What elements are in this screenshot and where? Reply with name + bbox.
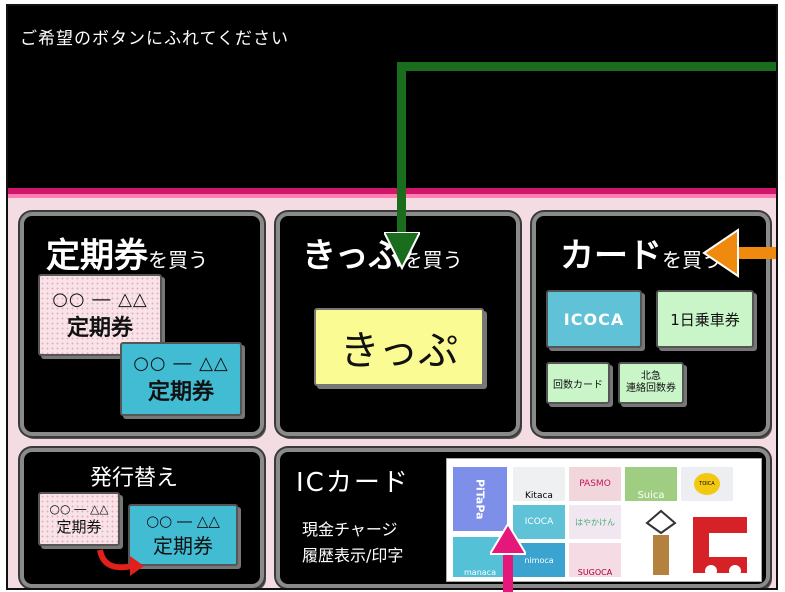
suica-logo: Suica [625,467,677,501]
button-suffix: を買う [148,248,208,272]
icoca-card-icon: ICOCA [546,290,642,348]
button-title: 発行替え [90,466,179,491]
charge-label: 現金チャージ [302,520,398,539]
orange-arrow [702,228,776,278]
coupon-card-icon: 回数カード [546,362,610,404]
one-day-pass-icon: 1日乗車券 [656,290,754,348]
ticket-machine-screen: ご希望のボタンにふれてください 定期券を買う ○○ ― △△ 定期券 ○○ ― … [6,4,778,590]
ic-mark-icon [645,509,747,577]
instruction-text: ご希望のボタンにふれてください [20,29,289,49]
pasmo-logo: PASMO [569,467,621,501]
hayakaken-logo: はやかけん [569,505,621,539]
button-title: カード [560,236,662,276]
hokkyu-coupon-icon: 北急 連絡回数券 [618,362,684,404]
toica-logo: TOICA [681,467,733,501]
button-title: 定期券 [46,236,148,276]
kitaca-logo: Kitaca [513,467,565,501]
swap-arrow-icon [97,549,144,576]
ticket-card-icon: きっぷ [314,308,484,386]
buy-commuter-pass-button[interactable]: 定期券を買う ○○ ― △△ 定期券 ○○ ― △△ 定期券 [20,212,264,436]
commuter-ic-card-icon: ○○ ― △△ 定期券 [120,342,242,416]
reissue-button[interactable]: 発行替え ○○ ― △△ 定期券 ○○ ― △△ 定期券 [20,448,264,588]
new-pass-icon: ○○ ― △△ 定期券 [128,504,238,566]
pitapa-logo: PiTaPa [453,467,507,531]
sugoca-logo: SUGOCA [569,543,621,577]
button-title: ICカード [296,468,410,498]
old-pass-icon: ○○ ― △△ 定期券 [38,492,120,546]
pink-arrow [490,524,526,592]
history-label: 履歴表示/印字 [302,546,404,565]
